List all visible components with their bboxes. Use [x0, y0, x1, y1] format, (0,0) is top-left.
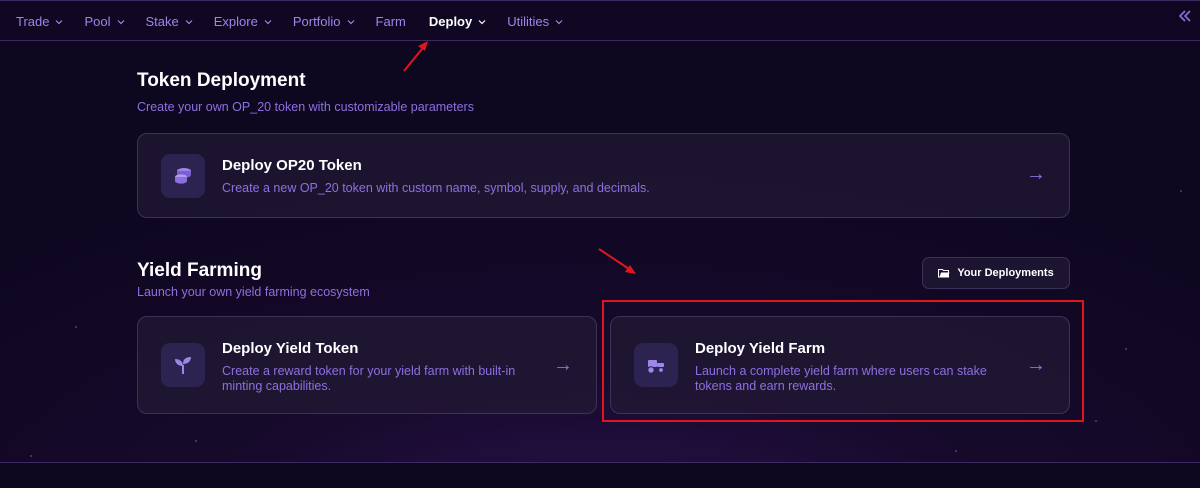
your-deployments-label: Your Deployments — [957, 267, 1054, 279]
nav-item-farm[interactable]: Farm — [358, 14, 406, 29]
chevron-down-icon — [347, 19, 354, 24]
sprout-icon — [161, 343, 205, 387]
chevron-down-icon — [185, 19, 193, 24]
card-title: Deploy OP20 Token — [222, 157, 362, 174]
nav-item-portfolio[interactable]: Portfolio — [275, 14, 355, 29]
card-description: Create a new OP_20 token with custom nam… — [222, 181, 650, 195]
nav-item-deploy[interactable]: Deploy — [409, 14, 486, 29]
nav-item-explore[interactable]: Explore — [196, 14, 272, 29]
chevron-down-icon — [555, 19, 563, 24]
annotation-arrow-icon — [403, 41, 428, 72]
nav-label: Trade — [16, 14, 50, 29]
top-nav-bar: Trade Pool Stake Explore Portfolio Farm … — [0, 0, 1200, 41]
deploy-yield-token-card[interactable]: Deploy Yield Token Create a reward token… — [137, 316, 597, 414]
card-description: Create a reward token for your yield far… — [222, 364, 516, 393]
star-particle — [955, 450, 957, 452]
token-deployment-title: Token Deployment — [137, 70, 306, 91]
your-deployments-button[interactable]: Your Deployments — [922, 257, 1070, 289]
footer-bar — [0, 462, 1200, 488]
chevron-down-icon — [117, 19, 124, 24]
star-particle — [195, 440, 197, 442]
double-chevron-left-icon[interactable] — [1178, 9, 1192, 23]
nav-label: Stake — [145, 14, 179, 29]
annotation-arrow-icon — [598, 248, 636, 274]
nav-label: Pool — [84, 14, 111, 29]
nav-item-utilities[interactable]: Utilities — [489, 14, 563, 29]
chevron-down-icon — [56, 19, 63, 24]
nav-item-pool[interactable]: Pool — [66, 14, 124, 29]
annotation-highlight-box — [602, 300, 1084, 422]
arrow-right-icon: → — [1026, 163, 1046, 185]
nav-label: Portfolio — [292, 14, 341, 29]
deploy-op20-token-card[interactable]: Deploy OP20 Token Create a new OP_20 tok… — [137, 133, 1070, 218]
nav-label: Utilities — [507, 14, 550, 29]
yield-farming-title: Yield Farming — [137, 260, 262, 281]
main-nav: Trade Pool Stake Explore Portfolio Farm … — [0, 1, 566, 42]
nav-label: Deploy — [428, 14, 473, 29]
card-title: Deploy Yield Token — [222, 340, 359, 357]
chevron-down-icon — [478, 19, 486, 24]
arrow-right-icon: → — [553, 354, 573, 376]
nav-item-stake[interactable]: Stake — [128, 14, 193, 29]
star-particle — [75, 326, 77, 328]
nav-item-trade[interactable]: Trade — [0, 14, 63, 29]
star-particle — [1125, 348, 1127, 350]
star-particle — [1180, 190, 1182, 192]
coins-icon — [161, 154, 205, 198]
token-deployment-subtitle: Create your own OP_20 token with customi… — [137, 100, 474, 114]
chevron-down-icon — [264, 19, 272, 24]
nav-label: Farm — [375, 14, 406, 29]
star-particle — [1095, 420, 1097, 422]
nav-label: Explore — [213, 14, 258, 29]
folder-open-icon — [938, 269, 950, 278]
yield-farming-subtitle: Launch your own yield farming ecosystem — [137, 285, 370, 299]
star-particle — [30, 455, 32, 457]
